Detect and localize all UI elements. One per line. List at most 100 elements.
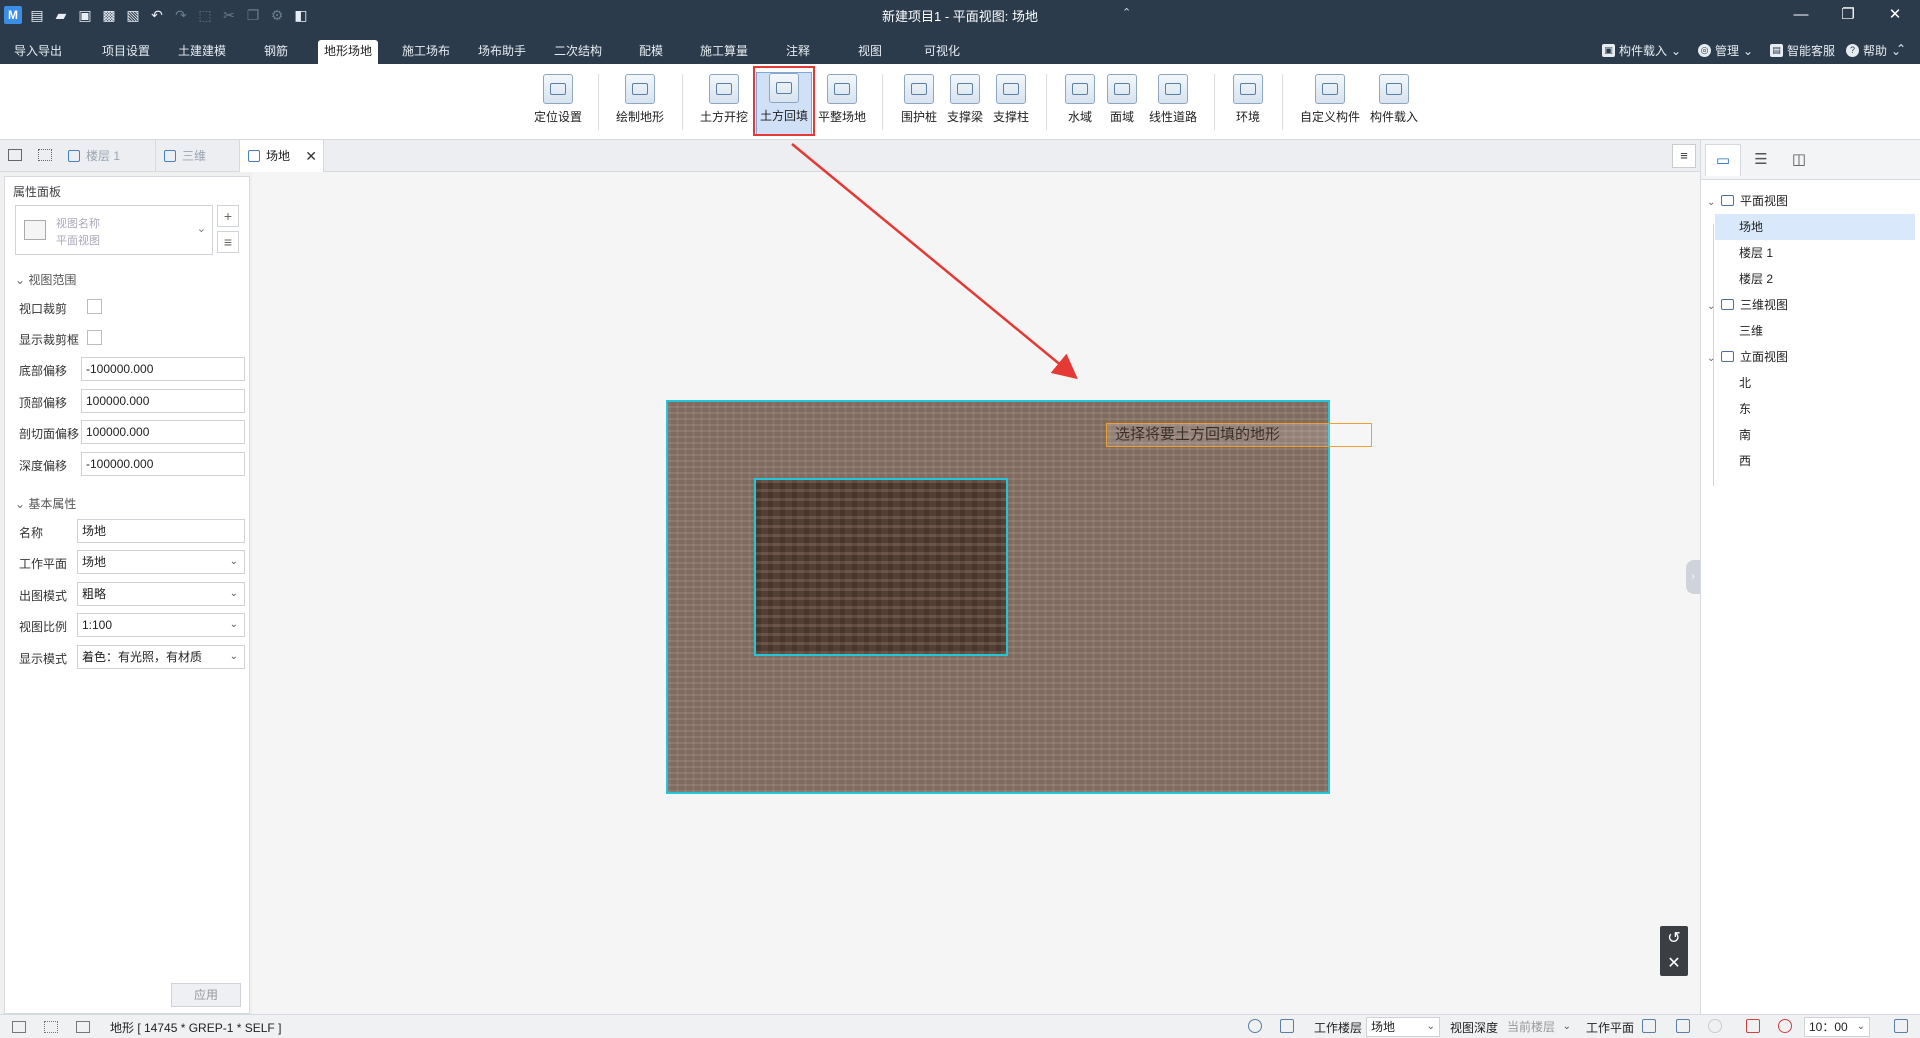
tab-formwork[interactable]: 配模 [633, 40, 669, 64]
tab-layout-assistant[interactable]: 场布助手 [472, 40, 532, 64]
tab-rebar[interactable]: 钢筋 [258, 40, 294, 64]
tree-item-floor1[interactable]: 楼层 1 [1739, 240, 1773, 266]
title-dropdown-icon[interactable]: ⌃ [1122, 6, 1131, 19]
tree-elevations[interactable]: ⌄ 立面视图 [1707, 344, 1788, 370]
tab-terrain-site[interactable]: 地形场地 [318, 40, 379, 64]
smart-service-button[interactable]: ▤ 智能客服 [1770, 42, 1835, 59]
tree-item-east[interactable]: 东 [1739, 396, 1751, 422]
views-tab-icon[interactable]: ▭ [1705, 144, 1741, 176]
tab-civil-modeling[interactable]: 土建建模 [172, 40, 232, 64]
tab-annotation[interactable]: 注释 [780, 40, 816, 64]
close-icon[interactable]: ✕ [1660, 951, 1688, 976]
level-site-button[interactable]: 平整场地 [814, 74, 870, 134]
grid-snap-icon[interactable] [1676, 1019, 1690, 1033]
tab-construction-layout[interactable]: 施工场布 [396, 40, 456, 64]
layout-tab-icon[interactable]: ◫ [1781, 144, 1817, 176]
grid-icon[interactable] [12, 1021, 26, 1033]
tab-site[interactable]: 场地 ✕ [240, 140, 324, 172]
work-floor-select[interactable]: 场地 ⌄ [1366, 1017, 1440, 1037]
output-mode-select[interactable]: 粗略 ⌄ [77, 582, 245, 606]
restore-button[interactable]: ❐ [1833, 4, 1863, 26]
surface-area-button[interactable]: 面域 [1102, 74, 1142, 134]
close-button[interactable]: ✕ [1880, 4, 1910, 26]
excavation-pit[interactable] [754, 478, 1008, 656]
view-depth-select[interactable]: 当前楼层 ⌄ [1502, 1017, 1576, 1037]
tab-secondary-structure[interactable]: 二次结构 [548, 40, 608, 64]
viewport-crop-checkbox[interactable] [87, 299, 102, 314]
reset-view-icon[interactable]: ↺ [1660, 926, 1688, 951]
close-icon[interactable]: ✕ [305, 140, 317, 172]
collapse-ribbon-button[interactable]: ⌃ [1896, 42, 1906, 56]
depth-offset-row: 深度偏移 -100000.000 [15, 452, 245, 476]
chevron-down-icon: ⌄ [1562, 1021, 1571, 1032]
tree-item-west[interactable]: 西 [1739, 448, 1751, 474]
tab-view[interactable]: 视图 [852, 40, 888, 64]
top-offset-input[interactable]: 100000.000 [81, 389, 245, 413]
section-basic-properties[interactable]: 基本属性 [15, 495, 76, 512]
time-select[interactable]: 10：00 ⌄ [1804, 1017, 1870, 1037]
tree-item-site[interactable]: 场地 [1715, 214, 1915, 240]
show-crop-frame-checkbox[interactable] [87, 330, 102, 345]
work-plane-select[interactable]: 场地 ⌄ [77, 550, 245, 574]
section-view-range[interactable]: 视图范围 [15, 271, 76, 288]
tile-icon[interactable] [44, 1021, 58, 1033]
tab-visualization[interactable]: 可视化 [918, 40, 966, 64]
view-scale-select[interactable]: 1:100 ⌄ [77, 613, 245, 637]
excavation-button[interactable]: 土方开挖 [696, 74, 752, 134]
tree-item-3d[interactable]: 三维 [1739, 318, 1763, 344]
tab-project-settings[interactable]: 项目设置 [96, 40, 156, 64]
layout-icon[interactable] [76, 1021, 90, 1033]
cut-offset-input[interactable]: 100000.000 [81, 420, 245, 444]
environment-button[interactable]: 环境 [1226, 74, 1270, 134]
apply-button[interactable]: 应用 [171, 983, 241, 1007]
linear-road-button[interactable]: 线性道路 [1144, 74, 1202, 134]
isolate-icon[interactable] [1778, 1019, 1792, 1033]
pin-off-icon[interactable] [1746, 1019, 1760, 1033]
display-mode-select[interactable]: 着色：有光照，有材质 ⌄ [77, 645, 245, 669]
tree-3d-views[interactable]: ⌄ 三维视图 [1707, 292, 1788, 318]
chevron-down-icon: ⌄ [1707, 197, 1716, 208]
lightbulb-icon[interactable] [1708, 1019, 1722, 1033]
support-column-button[interactable]: 支撑柱 [988, 74, 1034, 134]
snapshot-icon[interactable] [1280, 1019, 1294, 1033]
ribbon-divider [1046, 74, 1047, 130]
view-list-button[interactable]: ≡ [217, 231, 239, 253]
water-area-button[interactable]: 水域 [1060, 74, 1100, 134]
support-beam-button[interactable]: 支撑梁 [942, 74, 988, 134]
tab-3d[interactable]: 三维 [156, 140, 240, 172]
tab-import-export[interactable]: 导入导出 [8, 40, 68, 64]
show-crop-frame-row: 显示裁剪框 [15, 326, 245, 350]
sun-settings-icon[interactable] [1894, 1019, 1908, 1033]
view-type-selector[interactable]: 视图名称 平面视图 ⌄ [15, 205, 213, 255]
work-plane-icon[interactable] [1642, 1019, 1656, 1033]
component-load-menu[interactable]: ▣ 构件载入 ⌄ [1602, 42, 1681, 59]
zoom-fit-icon[interactable] [1248, 1019, 1262, 1033]
tab-floor1[interactable]: 楼层 1 [60, 140, 156, 172]
visibility-tab-icon[interactable]: ☰ [1743, 144, 1779, 176]
tree-item-floor2[interactable]: 楼层 2 [1739, 266, 1773, 292]
bottom-offset-input[interactable]: -100000.000 [81, 357, 245, 381]
add-view-button[interactable]: + [217, 205, 239, 227]
help-menu[interactable]: ? 帮助 ⌄ [1846, 42, 1901, 59]
cube-icon [1721, 299, 1734, 310]
positioning-settings-button[interactable]: 定位设置 [530, 74, 586, 134]
top-offset-row: 顶部偏移 100000.000 [15, 389, 245, 413]
tab-quantity[interactable]: 施工算量 [694, 40, 754, 64]
name-input[interactable]: 场地 [77, 519, 245, 543]
retaining-pile-button[interactable]: 围护桩 [896, 74, 942, 134]
tab-list-icon[interactable]: ≡ [1672, 144, 1696, 168]
tree-item-south[interactable]: 南 [1739, 422, 1751, 448]
collapse-right-panel-handle[interactable]: › [1686, 560, 1700, 594]
tree-plan-views[interactable]: ⌄ 平面视图 [1707, 188, 1788, 214]
restore-view-icon[interactable] [8, 149, 22, 161]
custom-component-button[interactable]: 自定义构件 [1296, 74, 1364, 134]
window-title: 新建项目1 - 平面视图: 场地 [881, 9, 1038, 24]
tile-views-icon[interactable] [38, 149, 52, 161]
component-load-button[interactable]: 构件载入 [1364, 74, 1424, 134]
depth-offset-input[interactable]: -100000.000 [81, 452, 245, 476]
canvas-tool-strip: ↺ ✕ [1660, 926, 1688, 976]
manage-menu[interactable]: ◎ 管理 ⌄ [1698, 42, 1753, 59]
minimize-button[interactable]: — [1786, 4, 1816, 26]
tree-item-north[interactable]: 北 [1739, 370, 1751, 396]
draw-terrain-button[interactable]: 绘制地形 [612, 74, 668, 134]
